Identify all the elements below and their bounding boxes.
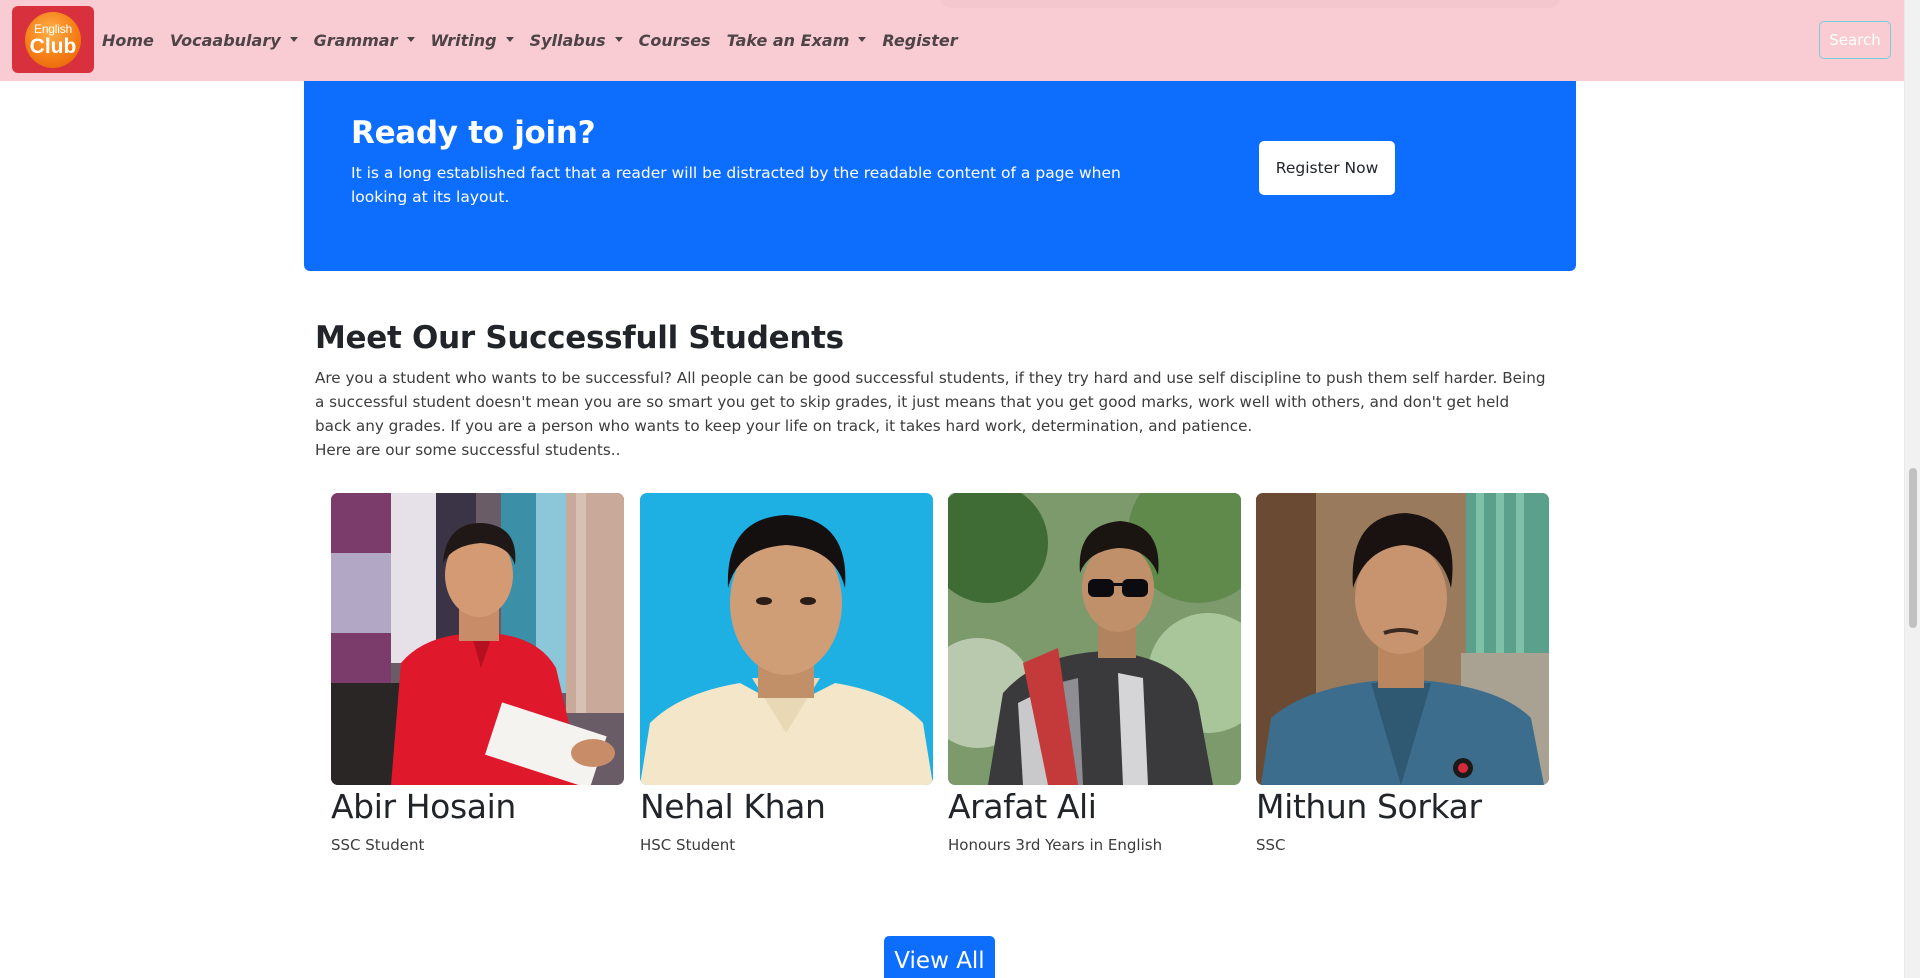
scrollbar-thumb[interactable] [1909, 468, 1917, 628]
student-name: Mithun Sorkar [1256, 787, 1482, 826]
student-photo [331, 493, 624, 785]
section-description: Are you a student who wants to be succes… [315, 366, 1547, 462]
student-card[interactable]: Nehal Khan HSC Student [640, 493, 933, 854]
page-scrollbar[interactable] [1904, 0, 1920, 978]
student-photo [1256, 493, 1549, 785]
caret-down-icon [505, 37, 514, 42]
student-role: SSC Student [331, 836, 425, 854]
student-name: Abir Hosain [331, 787, 516, 826]
nav-link-label: Grammar [313, 31, 398, 50]
student-name: Arafat Ali [948, 787, 1097, 826]
nav-link-take-an-exam[interactable]: Take an Exam [727, 31, 867, 50]
student-card[interactable]: Arafat Ali Honours 3rd Years in English [948, 493, 1241, 854]
caret-down-icon [858, 37, 867, 42]
logo-text-big: Club [29, 34, 77, 58]
nav-link-home[interactable]: Home [102, 31, 154, 50]
nav-link-writing[interactable]: Writing [431, 31, 514, 50]
nav-link-label: Register [882, 31, 958, 50]
cta-description: It is a long established fact that a rea… [351, 164, 1121, 206]
student-name: Nehal Khan [640, 787, 826, 826]
register-now-button[interactable]: Register Now [1259, 141, 1395, 195]
ready-to-join-banner: Ready to join? It is a long established … [304, 65, 1576, 271]
nav-link-register[interactable]: Register [882, 31, 957, 50]
nav-link-label: Courses [638, 31, 711, 50]
section-title: Meet Our Successfull Students [315, 320, 844, 356]
search-button[interactable]: Search [1819, 21, 1891, 59]
description-subtext: Here are our some successful students.. [315, 441, 621, 459]
navbar: English Club Home Vocaabulary Grammar Wr… [0, 0, 1904, 81]
description-paragraph: Are you a student who wants to be succes… [315, 369, 1546, 435]
student-card[interactable]: Mithun Sorkar SSC [1256, 493, 1549, 854]
logo-text-small: English [34, 21, 72, 36]
caret-down-icon [614, 37, 623, 42]
caret-down-icon [289, 37, 298, 42]
student-role: SSC [1256, 836, 1286, 854]
navbar-background-shape [940, 0, 1560, 8]
nav-link-grammar[interactable]: Grammar [314, 31, 415, 50]
nav-link-label: Vocaabulary [169, 31, 281, 50]
view-all-button[interactable]: View All [884, 936, 995, 978]
cta-title: Ready to join? [351, 115, 596, 151]
nav-links: Home Vocaabulary Grammar Writing Syllabu… [102, 0, 974, 81]
english-club-logo[interactable]: English Club [12, 6, 94, 73]
logo-badge: English Club [25, 11, 81, 68]
student-card[interactable]: Abir Hosain SSC Student [331, 493, 624, 854]
nav-link-label: Writing [430, 31, 497, 50]
student-role: Honours 3rd Years in English [948, 836, 1163, 854]
nav-link-label: Home [102, 31, 154, 50]
nav-link-label: Take an Exam [726, 31, 850, 50]
student-role: HSC Student [640, 836, 736, 854]
nav-link-vocabulary[interactable]: Vocaabulary [170, 31, 298, 50]
nav-link-label: Syllabus [529, 31, 606, 50]
nav-link-syllabus[interactable]: Syllabus [530, 31, 623, 50]
nav-link-courses[interactable]: Courses [639, 31, 711, 50]
caret-down-icon [406, 37, 415, 42]
student-photo [948, 493, 1241, 785]
student-photo [640, 493, 933, 785]
